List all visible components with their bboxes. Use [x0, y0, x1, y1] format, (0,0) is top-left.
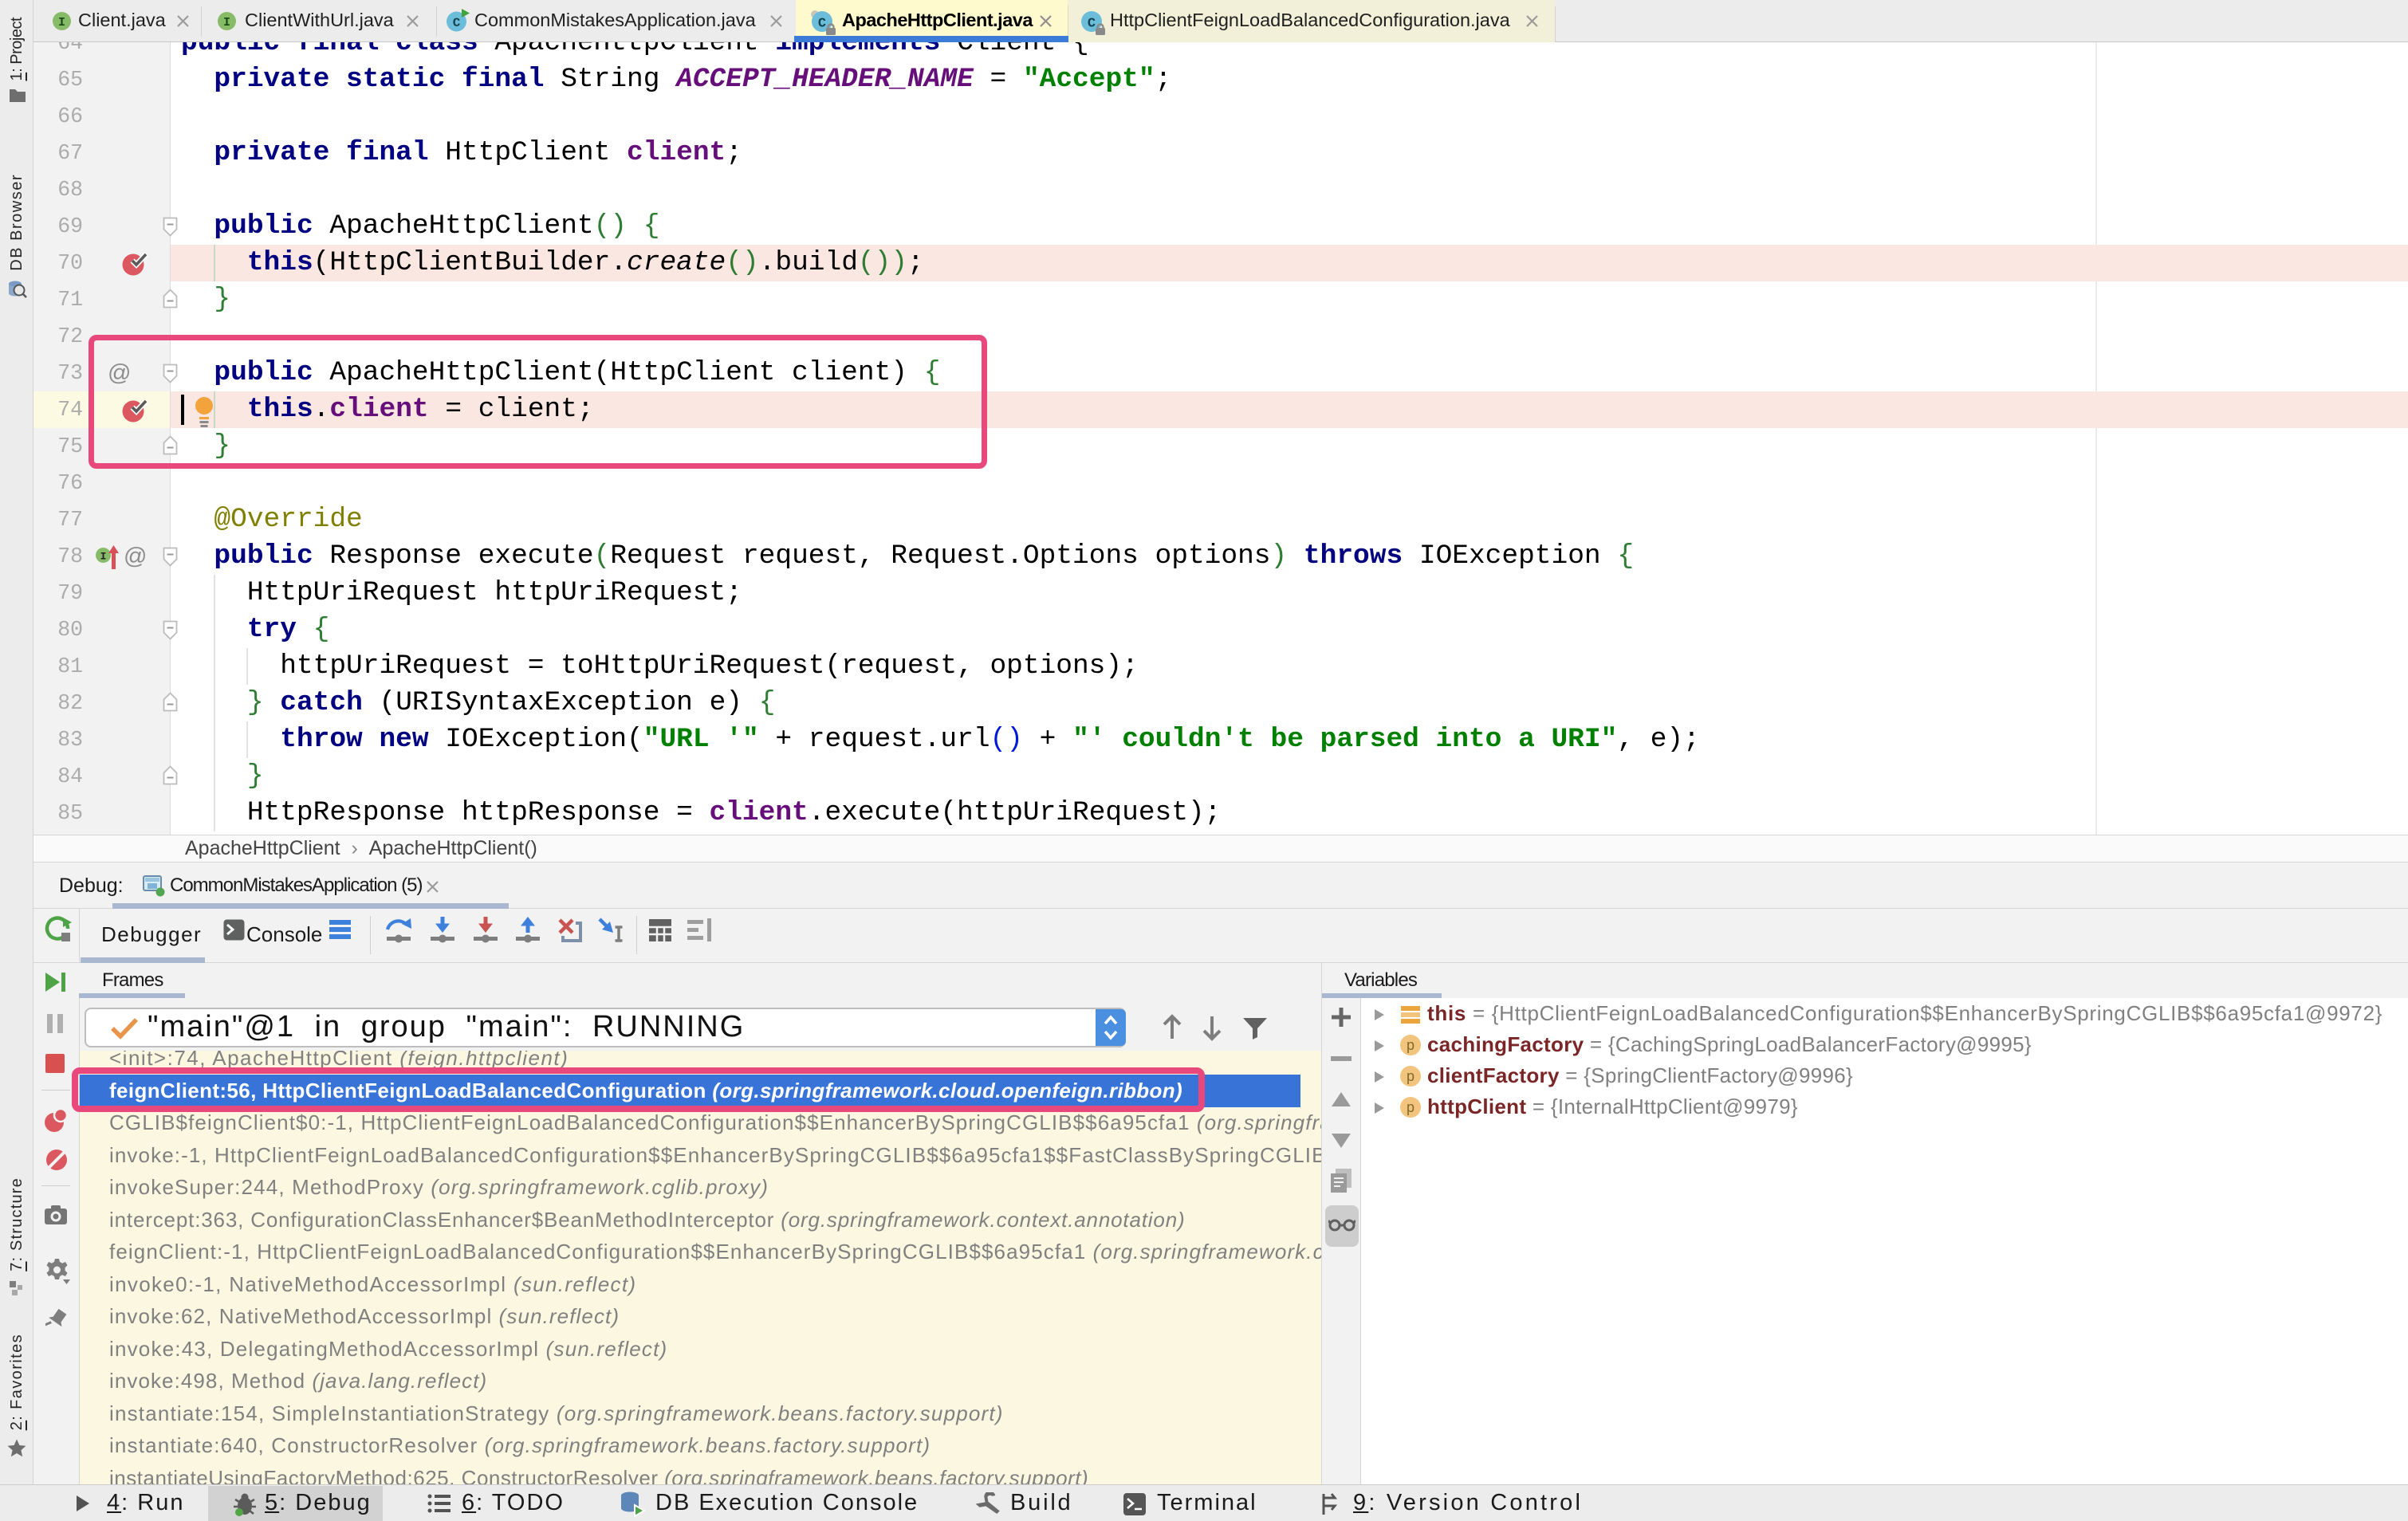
svg-text:p: p — [1407, 1068, 1415, 1084]
svg-text:p: p — [1407, 1037, 1415, 1053]
svg-text:I: I — [100, 551, 107, 563]
svg-text:I: I — [58, 16, 65, 29]
svg-text:C: C — [818, 17, 826, 32]
svg-text:C: C — [1088, 17, 1096, 32]
svg-text:C: C — [453, 16, 461, 30]
svg-text:p: p — [1407, 1099, 1415, 1115]
svg-text:I: I — [223, 16, 230, 29]
